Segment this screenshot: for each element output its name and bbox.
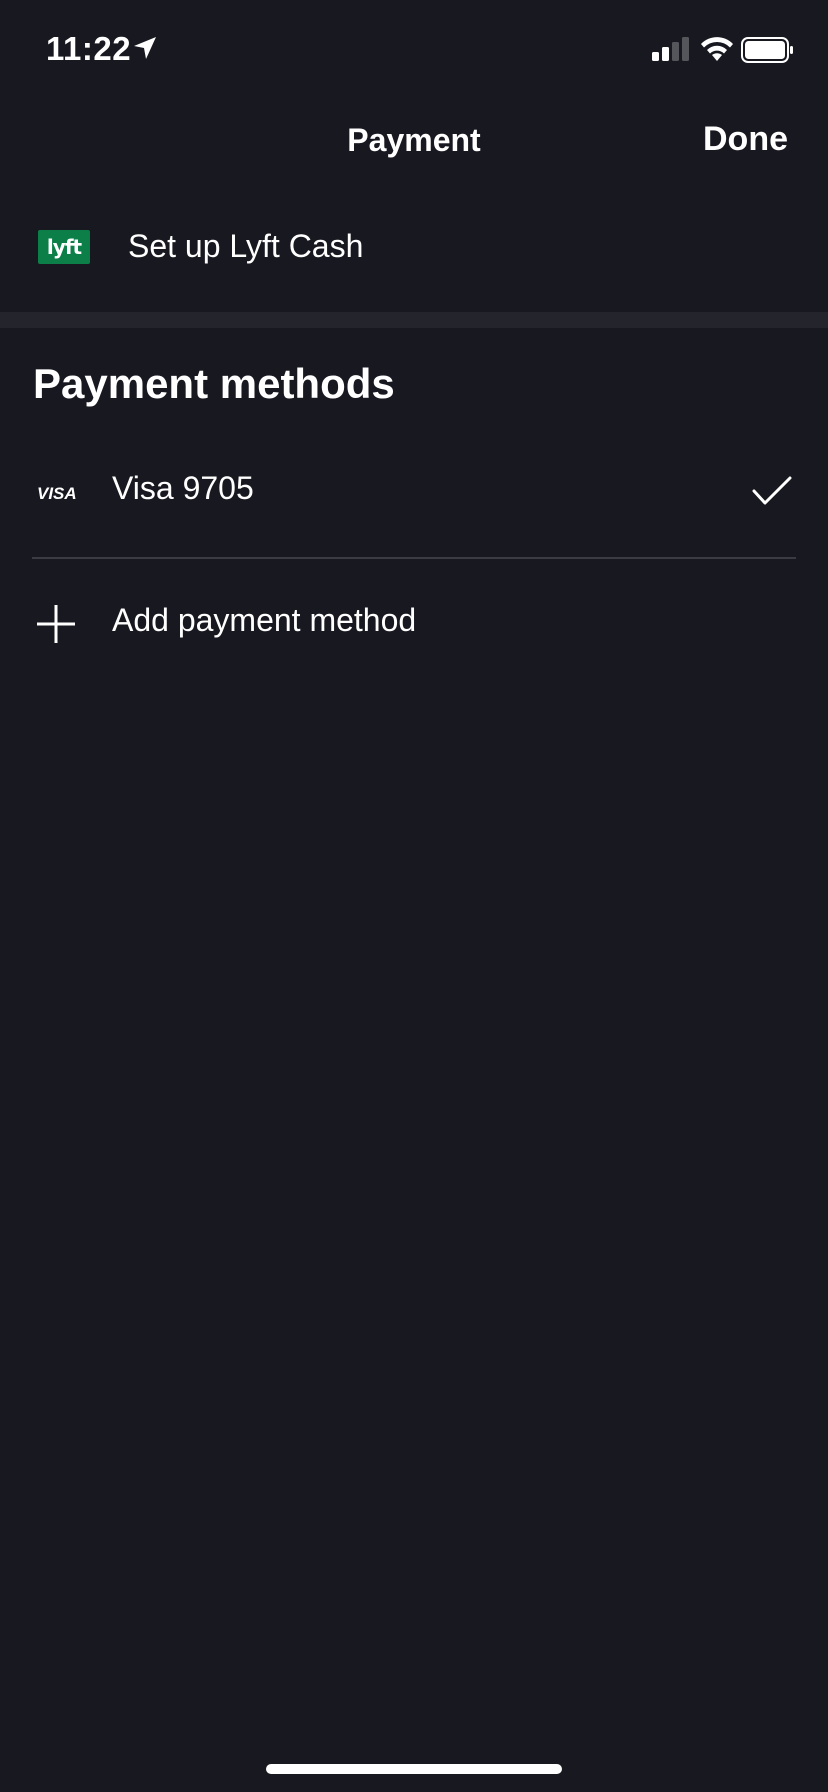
wifi-icon <box>701 37 733 61</box>
plus-icon <box>37 605 75 643</box>
status-bar: 11:22 <box>0 0 828 100</box>
status-time: 11:22 <box>46 30 132 67</box>
payment-method-label: Visa 9705 <box>112 470 254 506</box>
lyft-logo-icon: lyft <box>38 230 90 264</box>
checkmark-icon <box>752 476 792 505</box>
battery-icon <box>741 37 793 63</box>
list-divider <box>32 557 796 559</box>
section-heading: Payment methods <box>33 360 395 407</box>
add-payment-method-label: Add payment method <box>112 602 417 638</box>
signal-icon <box>652 37 689 61</box>
payment-method-item[interactable]: VISA Visa 9705 <box>0 440 828 540</box>
lyft-cash-row[interactable]: lyft Set up Lyft Cash <box>0 210 828 290</box>
done-button[interactable]: Done <box>703 120 788 159</box>
section-divider <box>0 312 828 328</box>
home-indicator[interactable] <box>266 1764 562 1774</box>
lyft-cash-label: Set up Lyft Cash <box>128 228 364 264</box>
location-arrow-icon <box>134 37 156 59</box>
visa-logo-icon: VISA <box>37 484 77 503</box>
add-payment-method-button[interactable]: Add payment method <box>0 580 828 660</box>
